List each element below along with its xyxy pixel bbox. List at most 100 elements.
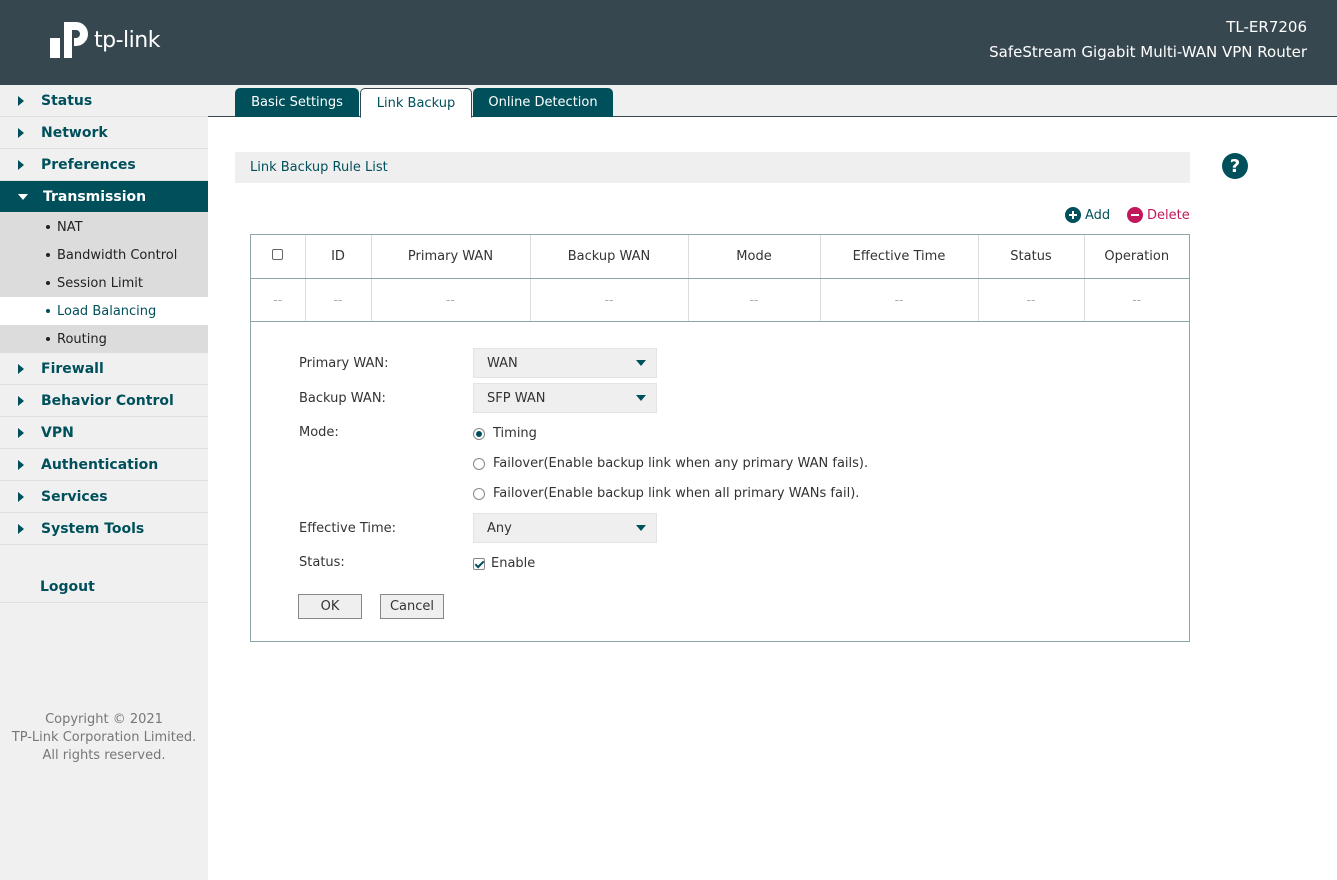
enable-checkbox[interactable] (473, 557, 485, 570)
column-header: Status (978, 235, 1085, 279)
section-title: Link Backup Rule List (235, 152, 1190, 183)
table-header-row: ID Primary WAN Backup WAN Mode Effective… (251, 235, 1189, 279)
tab-bar: Basic Settings Link Backup Online Detect… (208, 85, 1337, 118)
sidebar-item-services[interactable]: Services (0, 481, 208, 513)
sidebar-item-authentication[interactable]: Authentication (0, 449, 208, 481)
sidebar-item-firewall[interactable]: Firewall (0, 353, 208, 385)
sidebar-item-network[interactable]: Network (0, 117, 208, 149)
copyright-line: All rights reserved. (42, 748, 166, 763)
table-cell: -- (1084, 278, 1189, 322)
caret-down-icon (636, 525, 646, 531)
primary-wan-select[interactable]: WAN (473, 348, 657, 378)
sidebar-item-label: VPN (41, 424, 74, 441)
sidebar-item-system-tools[interactable]: System Tools (0, 513, 208, 545)
chevron-right-icon (18, 363, 24, 374)
enable-label: Enable (491, 556, 536, 571)
sidebar-subitem-routing[interactable]: Routing (0, 325, 208, 353)
tab-online-detection[interactable]: Online Detection (473, 88, 613, 117)
bullet-icon (46, 281, 50, 285)
chevron-right-icon (18, 491, 24, 502)
sidebar-item-transmission[interactable]: Transmission (0, 181, 208, 213)
status-enable[interactable]: Enable (473, 556, 535, 571)
sidebar-item-label: Services (41, 488, 108, 505)
sidebar-subitem-load-balancing[interactable]: Load Balancing (0, 297, 208, 325)
copyright-line: TP-Link Corporation Limited. (11, 730, 197, 745)
mode-option-failover-any[interactable]: Failover(Enable backup link when any pri… (473, 456, 868, 471)
status-label: Status: (299, 555, 345, 570)
mode-option-timing[interactable]: Timing (473, 426, 537, 441)
sidebar-item-label: Authentication (41, 456, 159, 473)
sidebar-item-label: Preferences (41, 156, 136, 173)
bullet-icon (46, 225, 50, 229)
sidebar-item-label: Transmission (43, 188, 147, 205)
chevron-right-icon (18, 523, 24, 534)
bullet-icon (46, 337, 50, 341)
column-header: Mode (688, 235, 821, 279)
rule-table-panel: ID Primary WAN Backup WAN Mode Effective… (250, 234, 1190, 642)
sidebar-subitem-label: NAT (57, 219, 83, 235)
sidebar-subitem-label: Bandwidth Control (57, 247, 178, 263)
delete-label: Delete (1147, 207, 1190, 223)
sidebar-item-preferences[interactable]: Preferences (0, 149, 208, 181)
tab-basic-settings[interactable]: Basic Settings (235, 88, 359, 117)
primary-wan-value: WAN (487, 355, 518, 371)
sidebar-item-status[interactable]: Status (0, 85, 208, 117)
column-header: Effective Time (820, 235, 979, 279)
tab-link-backup[interactable]: Link Backup (360, 88, 472, 118)
product-subtitle: SafeStream Gigabit Multi-WAN VPN Router (989, 43, 1307, 61)
ok-button[interactable]: OK (298, 594, 362, 619)
help-icon[interactable]: ? (1222, 153, 1248, 179)
effective-time-select[interactable]: Any (473, 513, 657, 543)
delete-button[interactable]: Delete (1127, 207, 1190, 223)
table-cell: -- (371, 278, 531, 322)
primary-wan-label: Primary WAN: (299, 356, 389, 371)
table-cell: -- (530, 278, 689, 322)
backup-wan-select[interactable]: SFP WAN (473, 383, 657, 413)
table-cell: -- (305, 278, 372, 322)
bullet-icon (46, 253, 50, 257)
mode-option-failover-all[interactable]: Failover(Enable backup link when all pri… (473, 486, 859, 501)
select-all-cell (251, 235, 306, 279)
mode-option-label: Timing (493, 426, 537, 441)
mode-option-label: Failover(Enable backup link when any pri… (493, 456, 869, 471)
effective-time-value: Any (487, 520, 512, 536)
column-header: ID (305, 235, 372, 279)
chevron-right-icon (18, 427, 24, 438)
backup-wan-value: SFP WAN (487, 390, 546, 406)
mode-label: Mode: (299, 425, 339, 440)
sidebar-subitem-label: Load Balancing (57, 303, 157, 319)
sidebar-item-label: Network (41, 124, 108, 141)
table-cell: -- (978, 278, 1085, 322)
chevron-right-icon (18, 159, 24, 170)
logout-link[interactable]: Logout (0, 571, 208, 603)
model-name: TL-ER7206 (1226, 18, 1307, 36)
add-button[interactable]: Add (1065, 207, 1110, 223)
sidebar: Status Network Preferences Transmission … (0, 85, 208, 880)
table-row: -- -- -- -- -- -- -- -- (251, 278, 1189, 322)
chevron-right-icon (18, 127, 24, 138)
sidebar-item-behavior-control[interactable]: Behavior Control (0, 385, 208, 417)
chevron-down-icon (18, 193, 28, 200)
sidebar-subitem-session-limit[interactable]: Session Limit (0, 269, 208, 297)
bullet-icon (46, 309, 50, 313)
table-cell: -- (820, 278, 979, 322)
sidebar-subitem-nat[interactable]: NAT (0, 213, 208, 241)
sidebar-item-label: Status (41, 92, 93, 109)
tp-link-logo[interactable]: tp-link (48, 18, 160, 62)
sidebar-item-label: Firewall (41, 360, 104, 377)
cancel-button[interactable]: Cancel (380, 594, 444, 619)
table-cell: -- (251, 278, 306, 322)
sidebar-item-label: Behavior Control (41, 392, 174, 409)
radio-button[interactable] (473, 427, 485, 440)
minus-circle-icon (1127, 207, 1143, 223)
radio-button[interactable] (473, 457, 485, 470)
select-all-checkbox[interactable] (272, 248, 284, 260)
effective-time-label: Effective Time: (299, 521, 397, 536)
sidebar-item-vpn[interactable]: VPN (0, 417, 208, 449)
header: tp-link TL-ER7206 SafeStream Gigabit Mul… (0, 0, 1337, 85)
radio-button[interactable] (473, 487, 485, 500)
sidebar-subitem-bandwidth-control[interactable]: Bandwidth Control (0, 241, 208, 269)
sidebar-subitem-label: Routing (57, 331, 107, 347)
rule-table: ID Primary WAN Backup WAN Mode Effective… (251, 235, 1189, 322)
column-header: Backup WAN (530, 235, 689, 279)
